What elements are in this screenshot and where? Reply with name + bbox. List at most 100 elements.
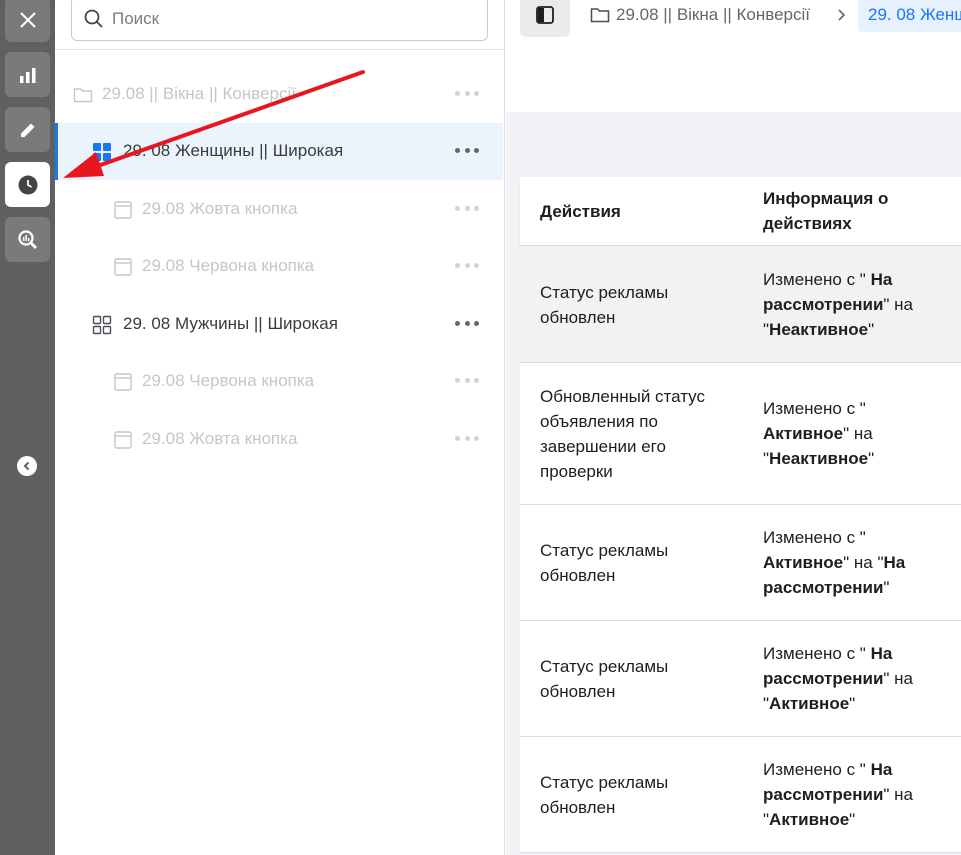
adset-grid-icon <box>92 315 112 335</box>
more-options-button[interactable] <box>455 83 479 103</box>
clock-icon <box>18 175 37 194</box>
close-button[interactable] <box>5 0 50 42</box>
action-text: Статус рекламы <box>540 541 669 560</box>
pencil-icon <box>20 123 34 137</box>
tree-item-label: 29. 08 Мужчины || Широкая <box>123 314 338 333</box>
info-text: на <box>894 295 914 314</box>
sidebar-panel-icon <box>536 5 554 24</box>
search-input[interactable] <box>112 8 472 29</box>
action-text: Статус рекламы <box>540 657 669 676</box>
action-text: обновлен <box>540 682 616 701</box>
table-row[interactable]: Статус рекламы обновлен Изменено с " Акт… <box>520 505 961 621</box>
tree-item-adset-men[interactable]: 29. 08 Мужчины || Широкая <box>55 296 503 353</box>
info-text: на <box>853 553 873 572</box>
status-value: рассмотрении <box>763 295 884 314</box>
info-text: на <box>853 424 873 443</box>
history-button[interactable] <box>5 162 50 207</box>
action-cell: Статус рекламы обновлен <box>540 538 740 588</box>
tree-item-ad[interactable]: 29.08 Жовта кнопка <box>55 411 503 468</box>
breadcrumb-adset[interactable]: 29. 08 Женщины || Широкая <box>858 0 961 32</box>
info-text: Изменено с " <box>763 270 866 289</box>
breadcrumb-campaign[interactable]: 29.08 || Вікна || Конверсії <box>590 5 810 25</box>
tree-item-campaign[interactable]: 29.08 || Вікна || Конверсії <box>55 66 503 123</box>
status-value: Активное <box>769 694 850 713</box>
tree-item-ad[interactable]: 29.08 Червона кнопка <box>55 353 503 410</box>
divider <box>55 49 504 50</box>
adset-grid-icon <box>93 143 111 161</box>
status-value: рассмотрении <box>763 785 884 804</box>
action-text: объявления по <box>540 412 658 431</box>
breadcrumb-adset-label: 29. 08 Женщины || Широкая <box>868 5 961 24</box>
ad-icon <box>114 201 132 219</box>
activity-history-table: Действия Информация о действиях Статус р… <box>520 177 961 853</box>
tree-item-label: 29. 08 Женщины || Широкая <box>123 141 344 160</box>
status-value: Неактивное <box>769 320 869 339</box>
info-cell: Изменено с " На рассмотрении" на "Активн… <box>763 644 914 713</box>
reporting-button[interactable] <box>5 52 50 97</box>
toggle-panel-button[interactable] <box>520 0 570 37</box>
action-cell: Статус рекламы обновлен <box>540 654 740 704</box>
info-text: на <box>894 669 914 688</box>
bar-chart-icon <box>19 67 35 83</box>
status-value: Неактивное <box>769 449 869 468</box>
info-cell: Изменено с " На рассмотрении" на "Активн… <box>763 760 914 829</box>
status-value: На <box>870 270 893 289</box>
status-value: рассмотрении <box>763 669 884 688</box>
info-text: Изменено с " <box>763 644 866 663</box>
info-text: Изменено с " <box>763 528 866 547</box>
edit-button[interactable] <box>5 107 50 152</box>
column-header-info-line: действиях <box>763 214 852 233</box>
info-text: Изменено с " <box>763 760 866 779</box>
table-row[interactable]: Статус рекламы обновлен Изменено с " На … <box>520 737 961 853</box>
column-header-info: Информация о действиях <box>763 186 888 236</box>
action-text: проверки <box>540 462 613 481</box>
more-options-button[interactable] <box>455 313 479 333</box>
tree-item-label: 29.08 Жовта кнопка <box>142 199 298 218</box>
top-bar: 29.08 || Вікна || Конверсії 29. 08 Женщи… <box>506 0 961 112</box>
tree-item-label: 29.08 Червона кнопка <box>142 256 315 275</box>
tree-item-ad[interactable]: 29.08 Червона кнопка <box>55 238 503 295</box>
search-icon <box>84 9 103 28</box>
breadcrumb-campaign-label: 29.08 || Вікна || Конверсії <box>616 5 810 24</box>
ad-icon <box>114 431 132 449</box>
table-row[interactable]: Статус рекламы обновлен Изменено с " На … <box>520 621 961 737</box>
more-options-button[interactable] <box>455 428 479 448</box>
action-text: обновлен <box>540 308 616 327</box>
campaign-tree-panel: 29.08 || Вікна || Конверсії 29. 08 Женщи… <box>55 0 505 855</box>
more-options-button[interactable] <box>455 198 479 218</box>
tree-item-label: 29.08 || Вікна || Конверсії <box>102 84 296 103</box>
action-cell: Статус рекламы обновлен <box>540 280 740 330</box>
status-value: На <box>883 553 906 572</box>
action-cell: Обновленный статус объявления по заверше… <box>540 384 740 484</box>
action-text: Статус рекламы <box>540 773 669 792</box>
column-header-actions: Действия <box>540 202 621 221</box>
column-header-info-line: Информация о <box>763 189 889 208</box>
status-value: рассмотрении <box>763 578 884 597</box>
ad-icon <box>114 373 132 391</box>
info-text: Изменено с " <box>763 399 866 418</box>
close-icon <box>19 11 36 28</box>
chevron-right-icon <box>838 9 846 21</box>
folder-icon <box>590 8 610 23</box>
tree-item-adset-women[interactable]: 29. 08 Женщины || Широкая <box>55 123 503 180</box>
more-options-button[interactable] <box>455 255 479 275</box>
status-value: На <box>870 644 893 663</box>
more-options-button[interactable] <box>455 140 479 160</box>
tree-item-ad[interactable]: 29.08 Жовта кнопка <box>55 181 503 238</box>
search-analytics-icon <box>17 229 37 249</box>
action-text: Статус рекламы <box>540 283 669 302</box>
table-row[interactable]: Статус рекламы обновлен Изменено с " На … <box>520 246 961 363</box>
search-box[interactable] <box>71 0 488 41</box>
ad-icon <box>114 258 132 276</box>
info-cell: Изменено с " Активное" на "Неактивное" <box>763 399 875 468</box>
action-text: Обновленный статус <box>540 387 705 406</box>
collapse-button[interactable] <box>17 456 37 476</box>
table-row[interactable]: Обновленный статус объявления по заверше… <box>520 363 961 505</box>
action-cell: Статус рекламы обновлен <box>540 770 740 820</box>
status-value: На <box>870 760 893 779</box>
inspect-button[interactable] <box>5 217 50 262</box>
more-options-button[interactable] <box>455 370 479 390</box>
action-text: обновлен <box>540 798 616 817</box>
info-text: на <box>894 785 914 804</box>
tree-item-label: 29.08 Жовта кнопка <box>142 429 298 448</box>
